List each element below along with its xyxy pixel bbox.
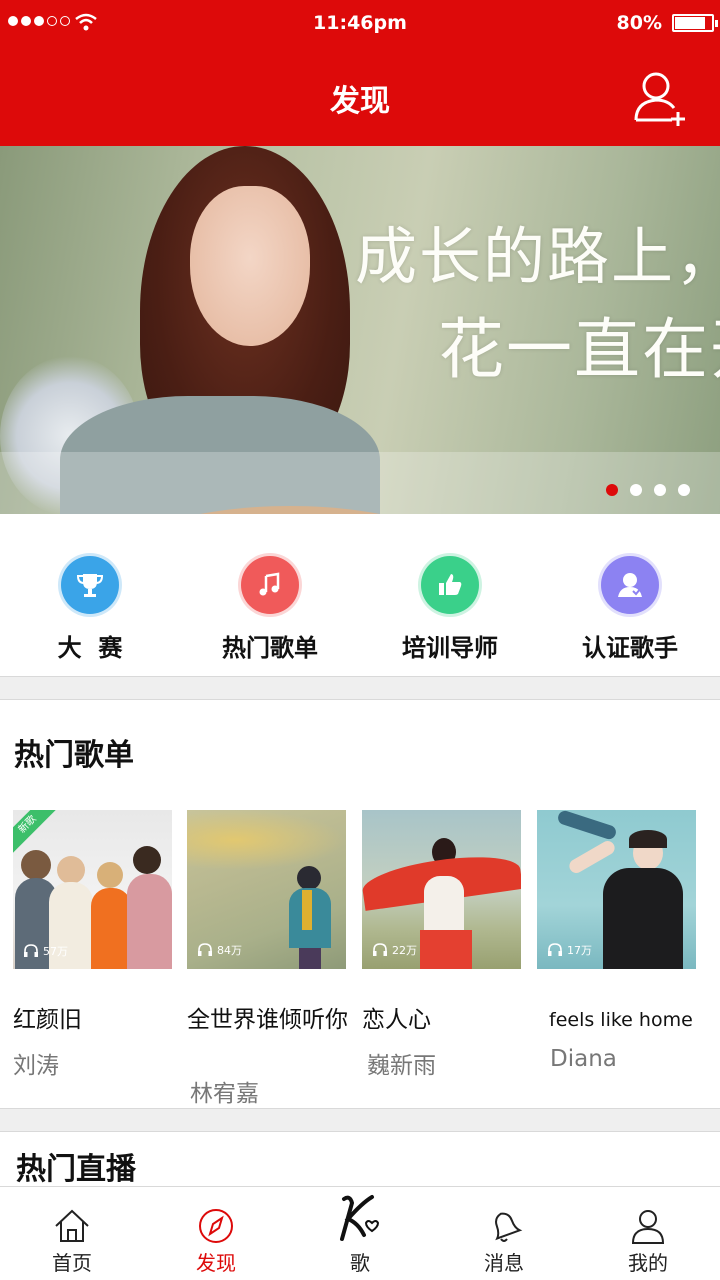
tab-label: 我的	[628, 1251, 668, 1275]
k-song-icon	[340, 1195, 380, 1241]
pagination-dot[interactable]	[654, 484, 666, 496]
banner-slogan-line2: 花一直在开	[438, 311, 720, 388]
pagination-dot[interactable]	[678, 484, 690, 496]
status-time: 11:46pm	[313, 12, 407, 34]
playlist-card[interactable]: 新歌 57万 红颜旧 刘涛	[13, 810, 173, 1079]
music-note-icon	[241, 556, 299, 614]
headphones-icon	[548, 943, 562, 956]
tab-messages[interactable]: 消息	[432, 1187, 576, 1280]
play-count-value: 22万	[392, 944, 417, 957]
page-title: 发现	[330, 84, 390, 119]
banner-pagination[interactable]	[606, 484, 690, 496]
playlist-card[interactable]: 17万 feels like home Diana	[537, 810, 697, 1072]
category-label: 培训导师	[402, 634, 498, 662]
hot-playlists-title: 热门歌单	[14, 738, 134, 773]
home-icon	[55, 1209, 89, 1242]
playlist-artist: 刘涛	[13, 1053, 59, 1079]
verified-singer-icon	[601, 556, 659, 614]
playlist-artist: Diana	[550, 1046, 617, 1072]
promo-banner[interactable]: 成长的路上， 花一直在开	[0, 146, 720, 514]
playlist-name: feels like home	[549, 1009, 693, 1031]
banner-overlay	[0, 452, 720, 514]
tab-home[interactable]: 首页	[0, 1187, 144, 1280]
category-label: 大 赛	[57, 634, 123, 662]
battery-percentage: 80%	[616, 12, 662, 34]
playlist-artist: 林宥嘉	[190, 1081, 259, 1107]
playlist-list: 新歌 57万 红颜旧 刘涛 84万 全世界谁倾听你 林宥嘉 22万 恋人心 巍新…	[0, 810, 720, 1107]
playlist-card[interactable]: 22万 恋人心 巍新雨	[362, 810, 522, 1079]
hot-live-title: 热门直播	[16, 1152, 136, 1187]
section-divider	[0, 1108, 720, 1132]
play-count-value: 17万	[567, 944, 592, 957]
category-label: 认证歌手	[582, 634, 678, 662]
playlist-name: 恋人心	[362, 1007, 431, 1033]
tab-discover[interactable]: 发现	[144, 1187, 288, 1280]
tab-sing[interactable]: 歌	[288, 1187, 432, 1280]
play-count-value: 84万	[217, 944, 242, 957]
top-bar: 11:46pm 80% 发现	[0, 0, 720, 146]
banner-slogan-line1: 成长的路上，	[355, 220, 720, 293]
pagination-dot[interactable]	[630, 484, 642, 496]
tab-label: 首页	[52, 1251, 92, 1275]
tab-label: 歌	[350, 1251, 370, 1275]
bell-icon	[495, 1212, 523, 1242]
category-hot-playlists[interactable]: 热门歌单	[180, 514, 360, 676]
tab-profile[interactable]: 我的	[576, 1187, 720, 1280]
headphones-icon	[198, 943, 212, 956]
play-count: 17万	[547, 941, 592, 959]
playlist-name: 全世界谁倾听你	[187, 1007, 348, 1033]
headphones-icon	[373, 943, 387, 956]
category-contest[interactable]: 大 赛	[0, 514, 180, 676]
headphones-icon	[24, 944, 38, 957]
playlist-cover: 新歌 57万	[13, 810, 172, 969]
bottom-tab-bar: 首页 发现 歌 消息 我的	[0, 1186, 720, 1280]
playlist-artist: 巍新雨	[367, 1053, 436, 1079]
play-count: 84万	[197, 941, 242, 959]
banner-singer-face	[190, 186, 310, 346]
category-label: 热门歌单	[222, 634, 318, 662]
user-icon	[631, 1210, 665, 1244]
play-count: 57万	[23, 943, 68, 959]
section-divider	[0, 676, 720, 700]
play-count-value: 57万	[43, 945, 68, 958]
tab-label: 发现	[196, 1251, 236, 1275]
playlist-card[interactable]: 84万 全世界谁倾听你 林宥嘉	[187, 810, 348, 1107]
status-bar: 11:46pm 80%	[0, 0, 720, 48]
compass-icon	[199, 1209, 233, 1243]
trophy-icon	[61, 556, 119, 614]
pagination-dot[interactable]	[606, 484, 618, 496]
play-count: 22万	[372, 941, 417, 959]
category-tutors[interactable]: 培训导师	[360, 514, 540, 676]
category-certified-singers[interactable]: 认证歌手	[540, 514, 720, 676]
thumbs-up-icon	[421, 556, 479, 614]
battery-icon	[672, 14, 718, 32]
tab-label: 消息	[484, 1251, 524, 1275]
add-friend-icon[interactable]	[632, 68, 692, 128]
category-row: 大 赛 热门歌单 培训导师 认证歌手	[0, 514, 720, 676]
playlist-name: 红颜旧	[13, 1007, 82, 1033]
